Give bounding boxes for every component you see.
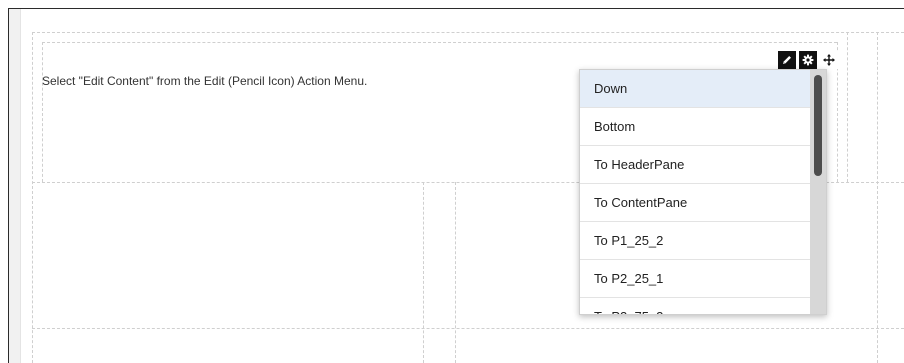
menu-item-to-contentpane[interactable]: To ContentPane <box>580 184 811 222</box>
move-icon[interactable] <box>820 51 838 69</box>
menu-item-to-p2-25-1[interactable]: To P2_25_1 <box>580 260 811 298</box>
gear-icon[interactable] <box>799 51 817 69</box>
menu-item-bottom[interactable]: Bottom <box>580 108 811 146</box>
menu-item-down[interactable]: Down <box>580 70 811 108</box>
pane-divider <box>32 32 904 33</box>
pane-divider <box>32 32 33 363</box>
pane-divider <box>423 182 424 363</box>
move-menu: Down Bottom To HeaderPane To ContentPane… <box>579 69 827 315</box>
left-gutter <box>9 9 21 363</box>
pane-divider <box>847 32 848 182</box>
pane-divider <box>455 182 456 363</box>
menu-item-to-p2-75-2[interactable]: To P2_75_2 <box>580 298 811 314</box>
pane-divider <box>42 42 43 182</box>
pane-divider <box>42 42 837 43</box>
menu-scrollbar[interactable] <box>810 70 826 314</box>
menu-item-to-p1-25-2[interactable]: To P1_25_2 <box>580 222 811 260</box>
menu-item-to-headerpane[interactable]: To HeaderPane <box>580 146 811 184</box>
module-instruction-text: Select "Edit Content" from the Edit (Pen… <box>42 74 368 88</box>
menu-scrollbar-thumb[interactable] <box>814 75 822 176</box>
pane-divider <box>877 32 878 363</box>
pencil-icon[interactable] <box>778 51 796 69</box>
pane-divider <box>32 328 904 329</box>
